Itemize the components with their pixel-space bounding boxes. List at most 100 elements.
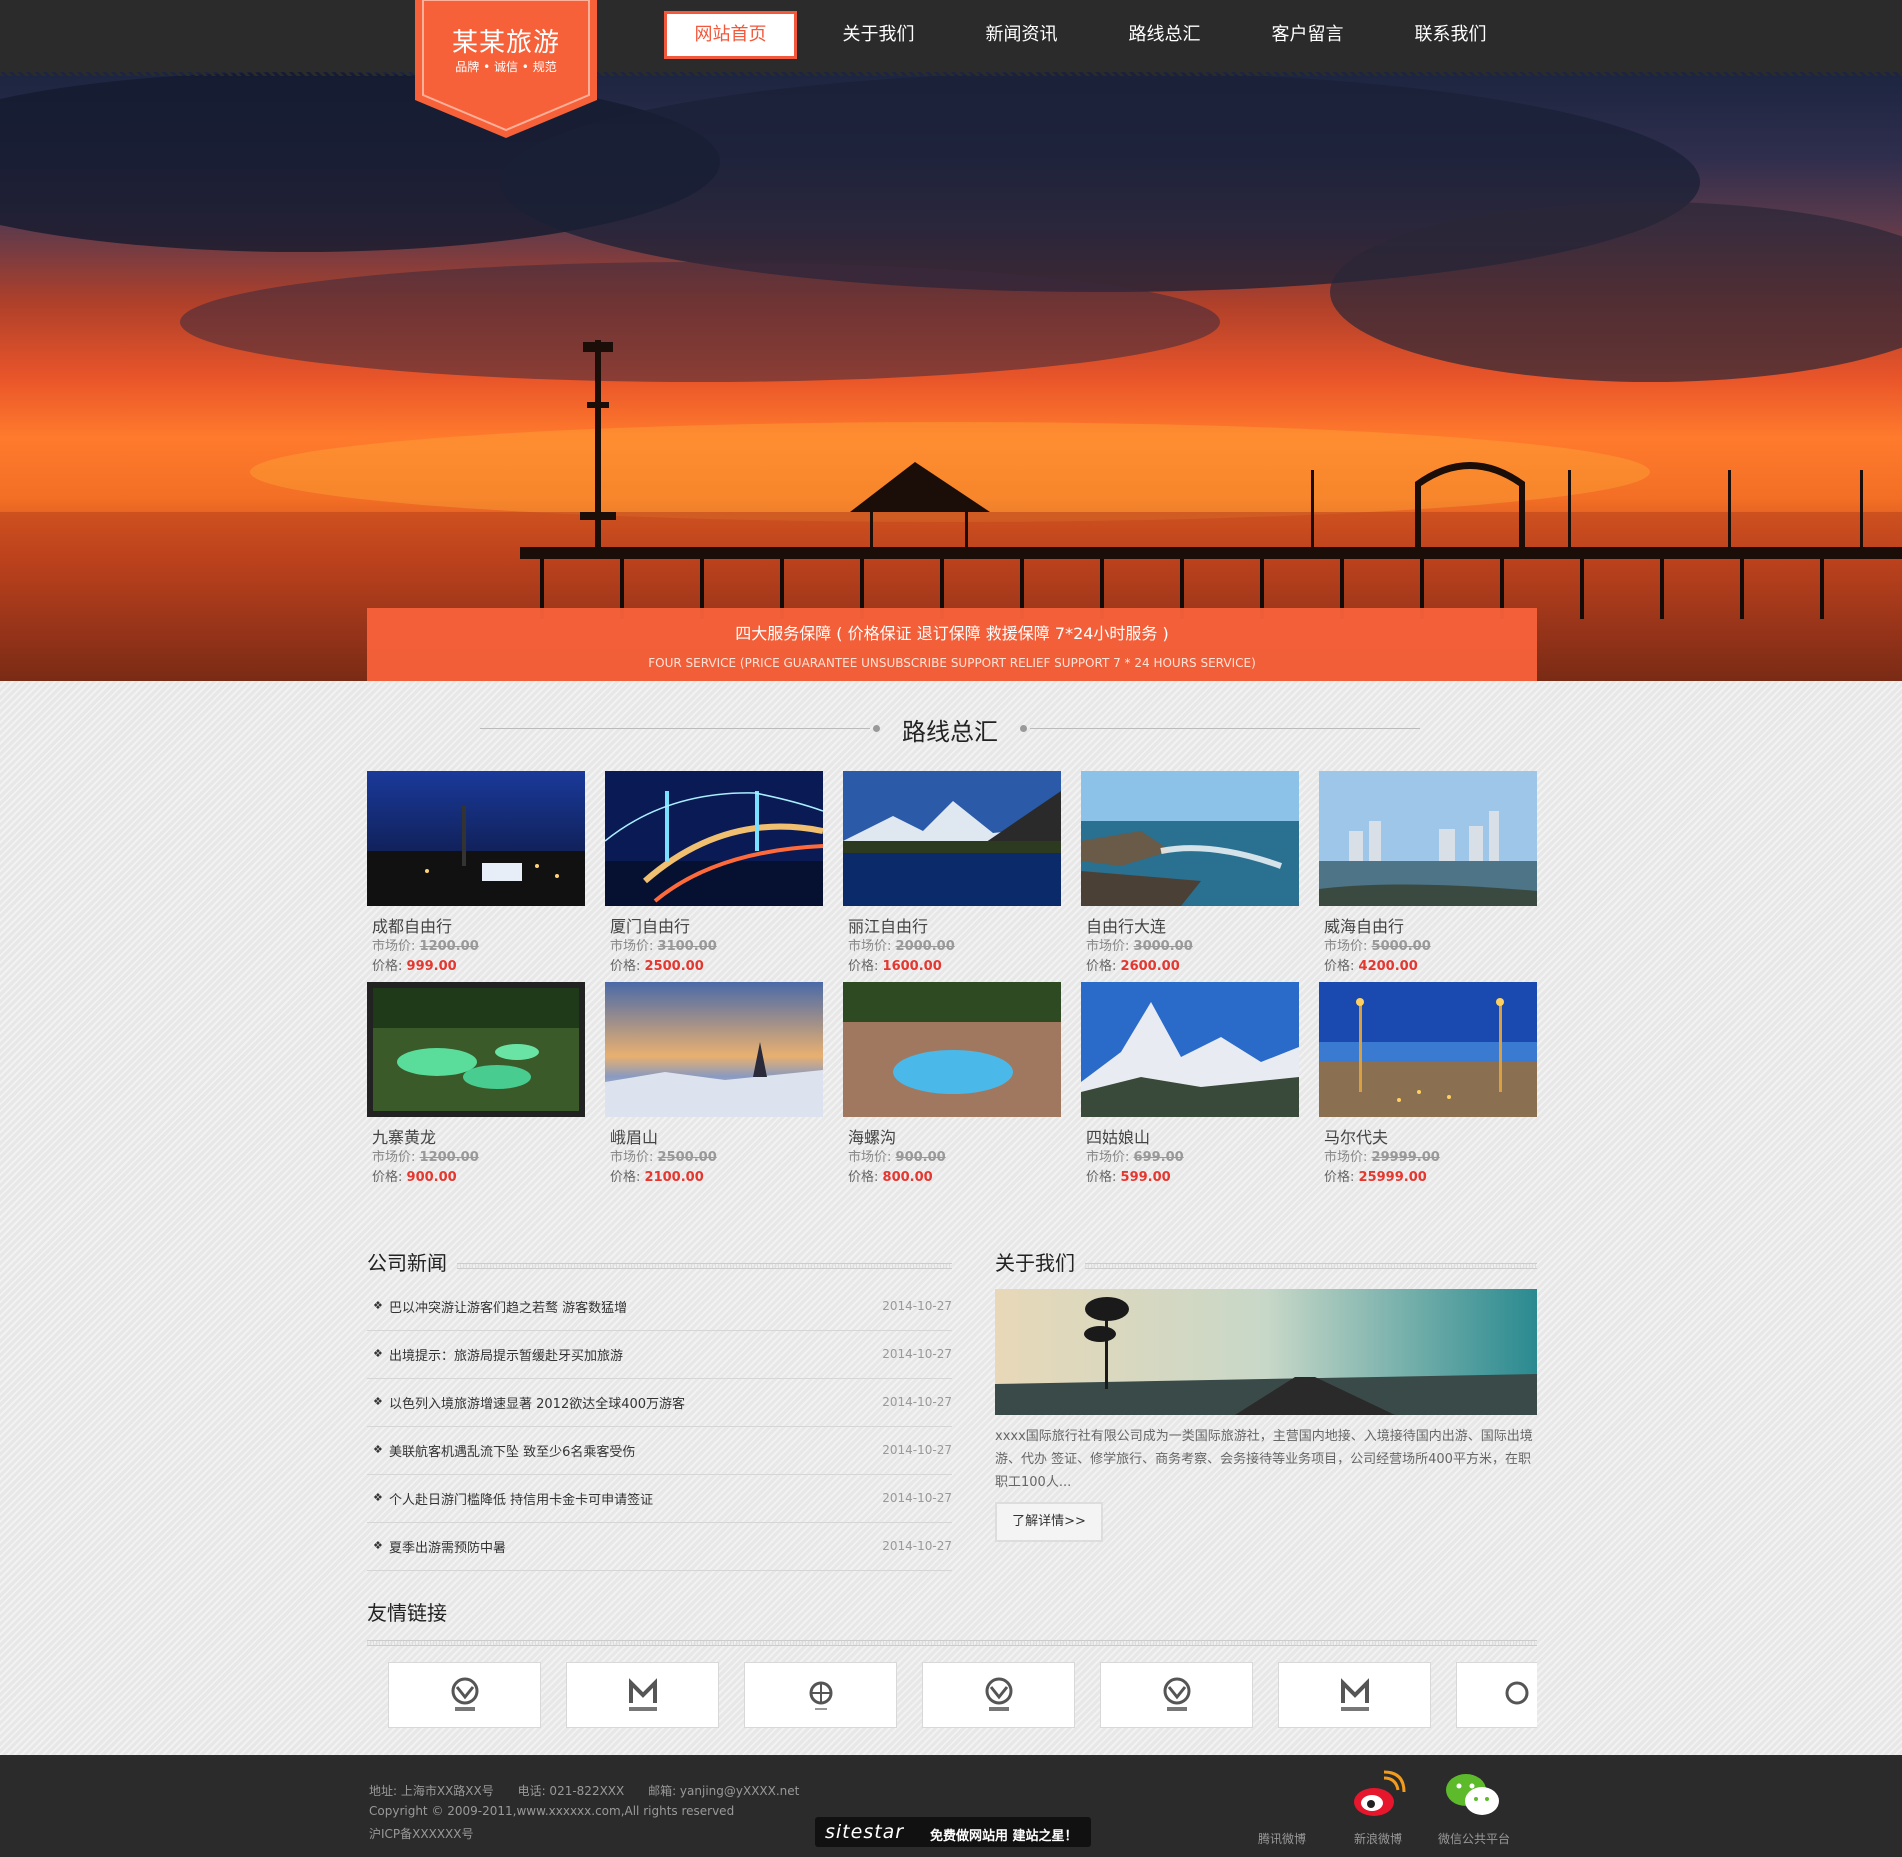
- route-price: 价格: 1600.00: [848, 959, 942, 974]
- route-market-price: 市场价: 900.00: [848, 1150, 946, 1165]
- routes-section-title: 路线总汇: [902, 718, 998, 746]
- nav-news[interactable]: 新闻资讯: [950, 11, 1093, 59]
- route-card[interactable]: 九寨黄龙 市场价: 1200.00 价格: 900.00: [367, 982, 585, 1185]
- route-market-price: 市场价: 2500.00: [610, 1150, 717, 1165]
- route-card[interactable]: 丽江自由行 市场价: 2000.00 价格: 1600.00: [843, 771, 1061, 974]
- nav-home[interactable]: 网站首页: [664, 11, 797, 59]
- route-market-price: 市场价: 1200.00: [372, 1150, 479, 1165]
- route-price: 价格: 800.00: [848, 1170, 933, 1185]
- about-title: 关于我们: [995, 1251, 1075, 1275]
- news-item-date: 2014-10-27: [882, 1347, 952, 1361]
- sitestar-slogan: 免费做网站用 建站之星！: [930, 1829, 1078, 1844]
- links-carousel: [388, 1662, 1537, 1730]
- sitestar-badge[interactable]: sitestar 免费做网站用 建站之星！: [815, 1817, 1091, 1847]
- partner-logo-icon: [985, 1677, 1012, 1711]
- route-name: 自由行大连: [1086, 917, 1167, 936]
- about-image[interactable]: [995, 1289, 1537, 1415]
- news-item-date: 2014-10-27: [882, 1443, 952, 1457]
- nav-contact[interactable]: 联系我们: [1379, 11, 1522, 59]
- route-market-price: 市场价: 2000.00: [848, 939, 955, 954]
- news-title: 公司新闻: [367, 1251, 447, 1275]
- route-price: 价格: 900.00: [372, 1170, 457, 1185]
- route-market-price: 市场价: 699.00: [1086, 1150, 1184, 1165]
- route-card[interactable]: 峨眉山 市场价: 2500.00 价格: 2100.00: [605, 982, 823, 1185]
- about-title-rule: [1085, 1263, 1537, 1269]
- link-logo-card[interactable]: [922, 1662, 1075, 1728]
- service-title: 四大服务保障 ( 价格保证 退订保障 救援保障 7*24小时服务 ): [735, 624, 1169, 643]
- route-market-price: 市场价: 5000.00: [1324, 939, 1431, 954]
- news-item[interactable]: ❖ 个人赴日游门槛降低 持信用卡金卡可申请签证 2014-10-27: [367, 1475, 952, 1523]
- site-logo[interactable]: 某某旅游 品牌 • 诚信 • 规范: [415, 0, 597, 138]
- nav-about[interactable]: 关于我们: [807, 11, 950, 59]
- diamond-bullet-icon: ❖: [373, 1347, 383, 1360]
- footer-email[interactable]: 邮箱: yanjing@yXXXX.net: [648, 1784, 799, 1798]
- route-image: [1319, 982, 1537, 1117]
- news-item[interactable]: ❖ 美联航客机遇乱流下坠 致至少6名乘客受伤 2014-10-27: [367, 1427, 952, 1475]
- route-card[interactable]: 成都自由行 市场价: 1200.00 价格: 999.00: [367, 771, 585, 974]
- partner-logo-icon: [451, 1677, 478, 1711]
- routes-section-header: 路线总汇: [480, 712, 1420, 746]
- link-logo-card[interactable]: [744, 1662, 897, 1728]
- partner-logo-icon: [1505, 1681, 1529, 1705]
- news-item-title[interactable]: 巴以冲突游让游客们趋之若鹜 游客数猛增: [389, 1297, 627, 1316]
- news-item-title[interactable]: 以色列入境旅游增速显著 2012欲达全球400万游客: [389, 1393, 685, 1412]
- link-logo-card[interactable]: [1100, 1662, 1253, 1728]
- news-item[interactable]: ❖ 巴以冲突游让游客们趋之若鹜 游客数猛增 2014-10-27: [367, 1283, 952, 1331]
- footer-icp[interactable]: 沪ICP备XXXXXX号: [369, 1825, 473, 1842]
- route-name: 威海自由行: [1324, 917, 1405, 936]
- learn-more-button[interactable]: 了解详情>>: [995, 1502, 1103, 1542]
- nav-routes[interactable]: 路线总汇: [1093, 11, 1236, 59]
- news-item-title[interactable]: 夏季出游需预防中暑: [389, 1537, 506, 1556]
- partner-logo-icon: [628, 1678, 657, 1711]
- route-card[interactable]: 威海自由行 市场价: 5000.00 价格: 4200.00: [1319, 771, 1537, 974]
- route-price: 价格: 2500.00: [610, 959, 704, 974]
- route-market-price: 市场价: 29999.00: [1324, 1150, 1440, 1165]
- social-label: 新浪微博: [1353, 1832, 1402, 1846]
- news-item-date: 2014-10-27: [882, 1395, 952, 1409]
- service-subtitle: FOUR SERVICE (PRICE GUARANTEE UNSUBSCRIB…: [648, 656, 1256, 670]
- sitestar-logo: sitestar: [825, 1821, 905, 1843]
- route-price: 价格: 4200.00: [1324, 959, 1418, 974]
- route-card[interactable]: 马尔代夫 市场价: 29999.00 价格: 25999.00: [1319, 982, 1537, 1185]
- wechat-icon: [1446, 1774, 1499, 1815]
- route-image: [1319, 771, 1537, 906]
- link-logo-card[interactable]: [388, 1662, 541, 1728]
- logo-subtitle: 品牌 • 诚信 • 规范: [455, 60, 557, 74]
- news-item[interactable]: ❖ 夏季出游需预防中暑 2014-10-27: [367, 1523, 952, 1571]
- news-item[interactable]: ❖ 以色列入境旅游增速显著 2012欲达全球400万游客 2014-10-27: [367, 1379, 952, 1427]
- news-item-title[interactable]: 美联航客机遇乱流下坠 致至少6名乘客受伤: [389, 1441, 635, 1460]
- route-name: 四姑娘山: [1086, 1128, 1151, 1147]
- route-price: 价格: 599.00: [1086, 1170, 1171, 1185]
- route-name: 成都自由行: [372, 917, 453, 936]
- route-market-price: 市场价: 3000.00: [1086, 939, 1193, 954]
- route-price: 价格: 2100.00: [610, 1170, 704, 1185]
- news-item-title[interactable]: 出境提示：旅游局提示暂缓赴牙买加旅游: [389, 1345, 623, 1364]
- link-logo-card[interactable]: [1456, 1662, 1537, 1728]
- news-item[interactable]: ❖ 出境提示：旅游局提示暂缓赴牙买加旅游 2014-10-27: [367, 1331, 952, 1379]
- news-list: ❖ 巴以冲突游让游客们趋之若鹜 游客数猛增 2014-10-27 ❖ 出境提示：…: [367, 1283, 952, 1571]
- route-card[interactable]: 自由行大连 市场价: 3000.00 价格: 2600.00: [1081, 771, 1299, 974]
- route-name: 马尔代夫: [1324, 1128, 1389, 1147]
- route-image: [605, 771, 823, 906]
- news-item-title[interactable]: 个人赴日游门槛降低 持信用卡金卡可申请签证: [389, 1489, 653, 1508]
- social-label: 微信公共平台: [1437, 1832, 1510, 1846]
- link-logo-card[interactable]: [1278, 1662, 1431, 1728]
- route-card[interactable]: 厦门自由行 市场价: 3100.00 价格: 2500.00: [605, 771, 823, 974]
- route-image: [367, 982, 585, 1117]
- hero-banner[interactable]: [0, 72, 1902, 681]
- news-title-rule: [457, 1263, 952, 1269]
- route-price: 价格: 2600.00: [1086, 959, 1180, 974]
- sina-weibo-icon: [1354, 1770, 1406, 1816]
- route-name: 九寨黄龙: [372, 1128, 437, 1147]
- news-item-date: 2014-10-27: [882, 1299, 952, 1313]
- link-logo-card[interactable]: [566, 1662, 719, 1728]
- route-card[interactable]: 四姑娘山 市场价: 699.00 价格: 599.00: [1081, 982, 1299, 1185]
- diamond-bullet-icon: ❖: [373, 1299, 383, 1312]
- service-guarantee-bar: 四大服务保障 ( 价格保证 退订保障 救援保障 7*24小时服务 ) FOUR …: [367, 608, 1537, 681]
- route-name: 海螺沟: [848, 1128, 897, 1147]
- partner-logo-icon: [809, 1681, 832, 1710]
- diamond-bullet-icon: ❖: [373, 1443, 383, 1456]
- nav-guestbook[interactable]: 客户留言: [1236, 11, 1379, 59]
- route-name: 峨眉山: [610, 1128, 659, 1147]
- route-card[interactable]: 海螺沟 市场价: 900.00 价格: 800.00: [843, 982, 1061, 1185]
